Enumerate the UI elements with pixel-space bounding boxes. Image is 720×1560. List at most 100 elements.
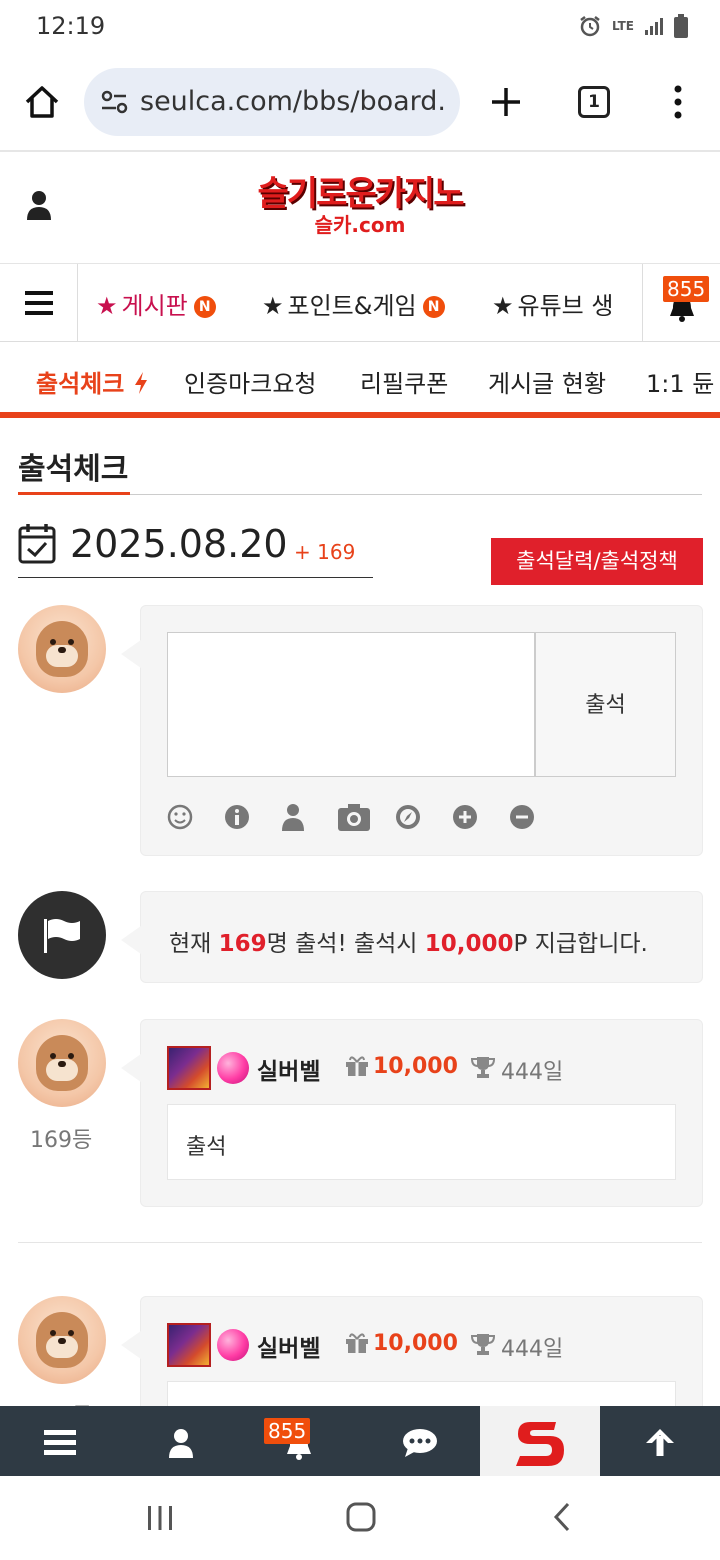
calendar-check-icon [18,524,56,564]
recent-apps-icon[interactable] [146,1504,174,1532]
status-bar: 12:19 LTE [0,0,720,56]
chat-icon [403,1429,437,1457]
star-icon: ★ [96,292,118,320]
notification-button[interactable]: 855 [642,264,720,342]
member-icon [167,1046,211,1090]
browser-toolbar: seulca.com/bbs/board. 1 [0,56,720,152]
notice-box: 현재 169명 출석! 출석시 10,000P 지급합니다. [121,891,703,983]
date-row: 2025.08.20 + 169 [18,518,373,578]
trophy-icon [471,1334,495,1355]
nav-item-label: 유튜브 생 [517,292,614,320]
new-tab-icon[interactable] [488,84,524,120]
nav-item-board[interactable]: ★ 게시판 N [96,286,216,321]
url-text[interactable]: seulca.com/bbs/board. [140,86,452,117]
comment-textarea[interactable] [167,632,535,777]
scroll-top-button[interactable] [600,1406,720,1476]
tab-switcher-button[interactable]: 1 [578,86,610,118]
username[interactable]: 실버벨 [257,1052,320,1086]
sub-nav-inquiry[interactable]: 1:1 듄 [646,364,714,399]
avatar [18,1019,106,1107]
gift-icon [346,1333,368,1353]
address-bar[interactable]: seulca.com/bbs/board. [84,68,460,136]
new-badge: N [193,296,216,318]
s-logo-icon [516,1422,564,1466]
more-menu-icon[interactable] [670,84,686,120]
alarm-icon [580,16,600,37]
bottom-chat-button[interactable] [360,1406,480,1476]
flag-icon [44,919,80,953]
member-icon [167,1323,211,1367]
menu-button[interactable] [0,264,78,342]
sub-nav-refill-coupon[interactable]: 리필쿠폰 [360,364,448,399]
site-bottom-bar: 855 [0,1406,720,1476]
page-title: 출석체크 [18,452,129,487]
smile-icon[interactable] [167,802,224,832]
site-logo[interactable]: 슬기로운카지노 슬카.com [232,174,488,244]
consecutive-days: 444일 [501,1337,564,1362]
bottom-user-button[interactable] [120,1406,240,1476]
editor-toolbar [167,802,566,832]
user-icon[interactable] [26,190,52,220]
logo-sub-text: 슬카.com [314,213,406,237]
logo-main-text: 슬기로운카지노 [257,174,465,214]
user-icon[interactable] [281,802,338,832]
sub-nav-attendance[interactable]: 출석체크 [36,364,149,399]
nav-item-label: 포인트&게임 [287,292,417,320]
nav-item-youtube[interactable]: ★ 유튜브 생 [492,286,613,321]
attendance-policy-button[interactable]: 출석달력/출석정책 [491,538,703,585]
status-time: 12:19 [36,12,106,40]
main-nav: ★ 게시판 N ★ 포인트&게임 N ★ 유튜브 생 855 [0,264,720,342]
notice-avatar [18,891,106,979]
back-icon[interactable] [552,1502,572,1532]
avatar [18,605,106,693]
nav-item-label: 게시판 [121,292,188,320]
sub-nav-cert-mark[interactable]: 인증마크요청 [184,364,316,399]
notification-count-badge: 855 [264,1418,311,1444]
minus-circle-icon[interactable] [509,802,566,832]
camera-icon[interactable] [338,802,395,832]
gift-icon [346,1056,368,1076]
plus-circle-icon[interactable] [452,802,509,832]
bottom-notification-button[interactable]: 855 [240,1406,360,1476]
nav-item-points-game[interactable]: ★ 포인트&게임 N [262,286,445,321]
status-icons: LTE [578,14,688,38]
hamburger-icon [25,291,53,321]
info-icon[interactable] [224,802,281,832]
attendance-form: 출석 [121,605,703,856]
site-s-logo-button[interactable] [480,1406,600,1476]
reward-points: 10,000 [424,931,514,957]
earned-points: 10,000 [373,1331,458,1356]
new-badge: N [422,296,445,318]
compass-icon[interactable] [395,802,452,832]
trophy-icon [471,1057,495,1078]
sub-nav-post-status[interactable]: 게시글 현황 [488,364,606,399]
attendee-count: 169 [218,931,267,957]
sub-nav: 출석체크 인증마크요청 리필쿠폰 게시글 현황 1:1 듄 [0,342,720,418]
signal-icon [645,18,663,35]
arrow-up-icon [646,1429,674,1456]
site-settings-icon[interactable] [100,90,128,114]
battery-icon [674,14,688,38]
star-icon: ★ [492,292,514,320]
level-icon [217,1052,249,1084]
home-icon[interactable] [22,82,62,122]
username[interactable]: 실버벨 [257,1329,320,1363]
attendance-submit-button[interactable]: 출석 [535,632,676,777]
attendance-count-delta: + 169 [294,540,356,564]
level-icon [217,1329,249,1361]
bottom-menu-button[interactable] [0,1406,120,1476]
attendance-message: 출석 [167,1104,676,1180]
home-nav-icon[interactable] [346,1502,376,1532]
network-type: LTE [611,19,634,33]
lightning-icon [134,372,147,394]
title-accent-line [18,492,130,495]
avatar [18,1296,106,1384]
notice-text: 현재 169명 출석! 출석시 10,000P 지급합니다. [169,931,648,957]
message-text: 출석 [186,1135,227,1160]
system-nav-bar [0,1476,720,1560]
earned-points: 10,000 [373,1054,458,1079]
sub-nav-label: 출석체크 [36,370,125,398]
consecutive-days: 444일 [501,1060,564,1085]
attendance-entry: 실버벨 10,000 444일 출석 [121,1019,703,1207]
hamburger-icon [44,1430,76,1455]
